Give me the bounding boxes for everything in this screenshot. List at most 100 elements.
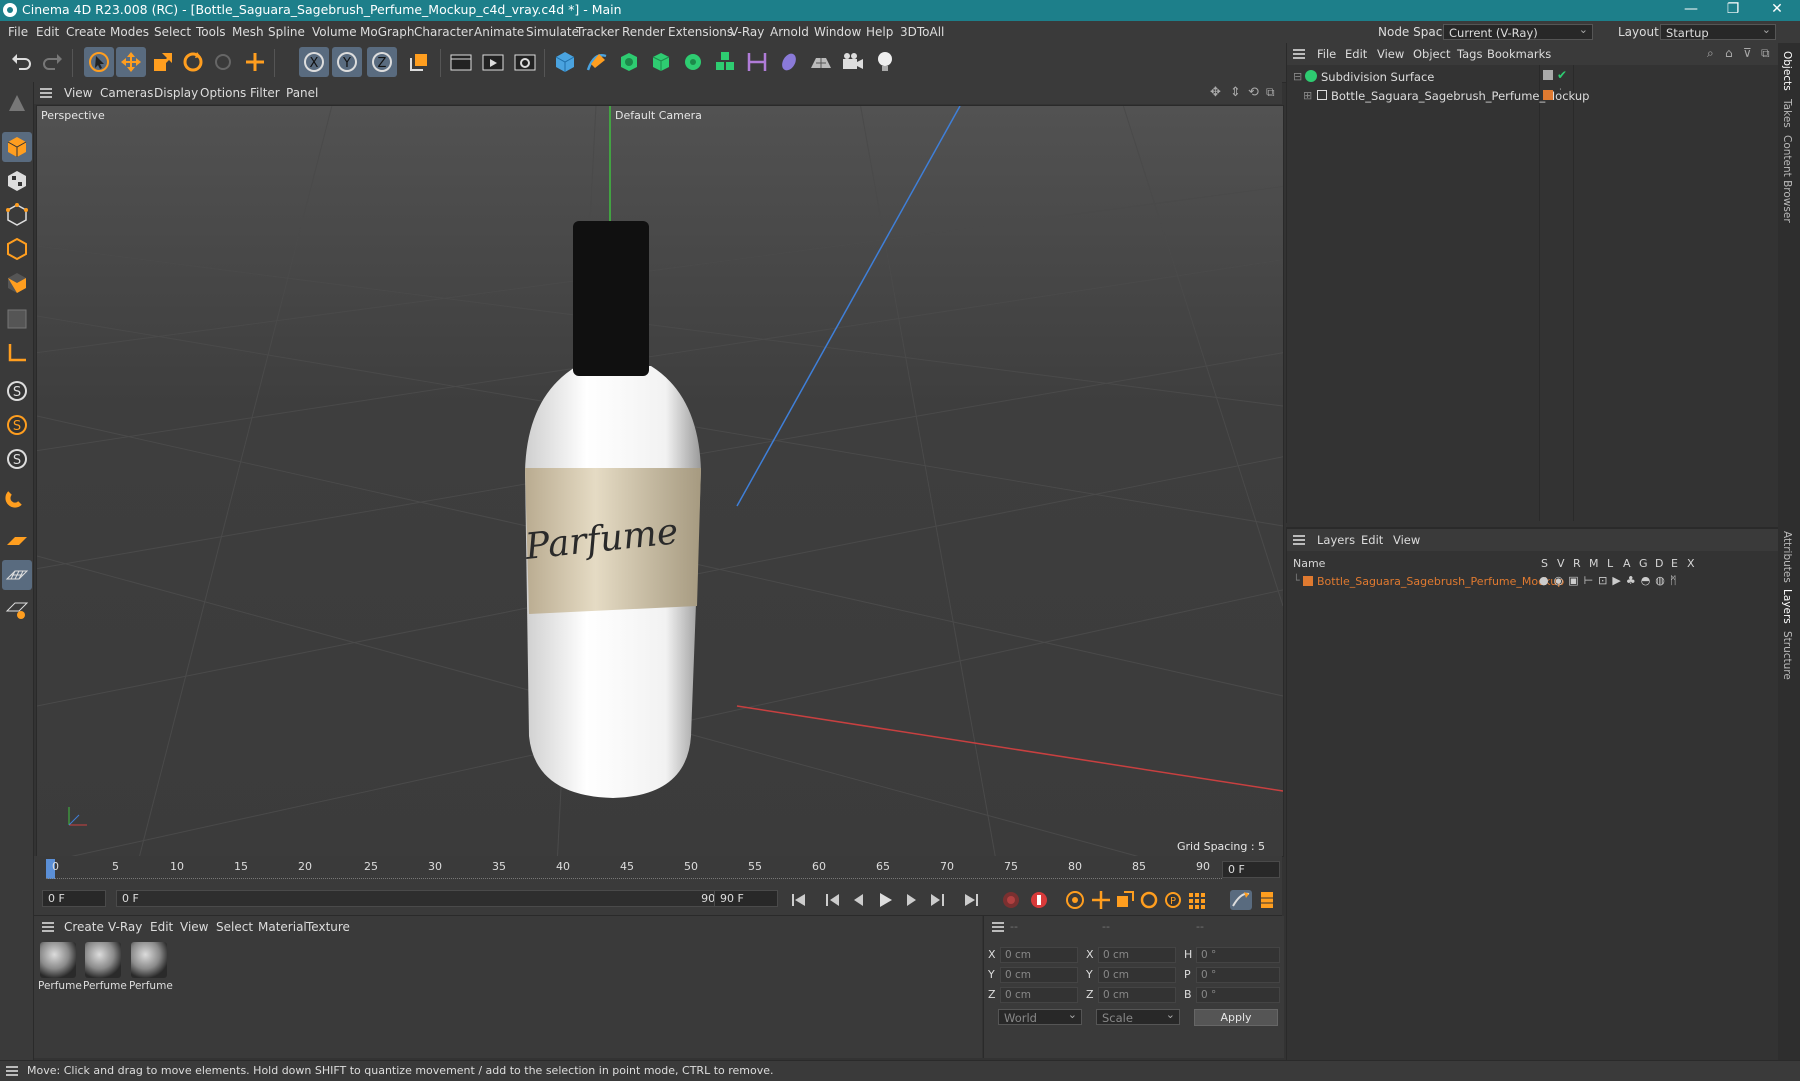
- layers-menu-layers[interactable]: Layers: [1317, 533, 1355, 547]
- coordinate-mode-select[interactable]: Scale: [1096, 1007, 1180, 1025]
- viewport-maximize-icon[interactable]: ⧉: [1266, 85, 1275, 100]
- keyframe-selection-button[interactable]: [1064, 890, 1086, 910]
- object-row-bottle[interactable]: ⊞ Bottle_Saguara_Sagebrush_Perfume_Mocku…: [1287, 88, 1779, 105]
- material-menu-vray[interactable]: V-Ray: [108, 920, 142, 934]
- floor-object-icon[interactable]: [806, 47, 836, 77]
- objects-menu-view[interactable]: View: [1377, 47, 1404, 61]
- timeline-window-button[interactable]: [1256, 890, 1278, 910]
- polygons-mode-icon[interactable]: [2, 268, 32, 298]
- objects-menu-file[interactable]: File: [1317, 47, 1336, 61]
- menu-3dtoall[interactable]: 3DToAll: [900, 25, 944, 39]
- viewport-menu-icon[interactable]: [40, 88, 52, 98]
- menu-create[interactable]: Create: [66, 25, 106, 39]
- y-axis-lock-icon[interactable]: Y: [332, 47, 362, 77]
- redo-button[interactable]: [38, 47, 68, 77]
- objects-new-window-icon[interactable]: ⧉: [1761, 46, 1770, 61]
- object-row-subdivision[interactable]: ⊟ Subdivision Surface ✔: [1287, 68, 1779, 86]
- size-z-field[interactable]: 0 cm: [1098, 987, 1176, 1003]
- field-object-icon[interactable]: [774, 47, 804, 77]
- tab-structure[interactable]: Structure: [1781, 631, 1793, 680]
- next-frame-button[interactable]: [900, 890, 922, 910]
- tab-attributes[interactable]: Attributes: [1781, 531, 1793, 583]
- key-position-button[interactable]: [1090, 890, 1112, 910]
- axis-mode-icon[interactable]: [2, 338, 32, 368]
- close-button[interactable]: ✕: [1754, 0, 1800, 21]
- key-pla-button[interactable]: [1186, 890, 1208, 910]
- layers-menu-icon[interactable]: [1293, 535, 1305, 545]
- menu-mograph[interactable]: MoGraph: [360, 25, 415, 39]
- menu-extensions[interactable]: Extensions: [668, 25, 733, 39]
- material-menu-material[interactable]: Material: [258, 920, 307, 934]
- live-selection-icon[interactable]: [84, 47, 114, 77]
- spline-pen-icon[interactable]: [582, 47, 612, 77]
- menu-select[interactable]: Select: [154, 25, 191, 39]
- objects-menu-object[interactable]: Object: [1413, 47, 1450, 61]
- objects-menu-icon[interactable]: [1293, 49, 1305, 59]
- viewport-camera-name[interactable]: Default Camera: [615, 109, 702, 122]
- tab-takes[interactable]: Takes: [1781, 99, 1793, 128]
- position-z-field[interactable]: 0 cm: [1000, 987, 1078, 1003]
- render-settings-icon[interactable]: [510, 47, 540, 77]
- node-space-select[interactable]: Current (V-Ray): [1443, 22, 1593, 40]
- viewport-menu-view[interactable]: View: [64, 86, 92, 100]
- menu-window[interactable]: Window: [814, 25, 861, 39]
- material-menu-select[interactable]: Select: [216, 920, 253, 934]
- viewport-menu-options[interactable]: Options: [200, 86, 246, 100]
- size-y-field[interactable]: 0 cm: [1098, 967, 1176, 983]
- material-swatch[interactable]: Perfume: [38, 940, 82, 996]
- rotation-h-field[interactable]: 0 °: [1196, 947, 1280, 963]
- menu-tools[interactable]: Tools: [196, 25, 226, 39]
- rotation-b-field[interactable]: 0 °: [1196, 987, 1280, 1003]
- material-swatch[interactable]: Perfume: [129, 940, 173, 996]
- layout-select[interactable]: Startup: [1660, 22, 1776, 40]
- grid-workplane-icon[interactable]: [2, 560, 32, 590]
- menu-spline[interactable]: Spline: [268, 25, 305, 39]
- workplane-icon[interactable]: [2, 526, 32, 556]
- texture-mode-icon[interactable]: [2, 166, 32, 196]
- viewport-rotate-icon[interactable]: ⟲: [1248, 85, 1259, 100]
- material-menu-create[interactable]: Create: [64, 920, 104, 934]
- visibility-toggle[interactable]: [1543, 70, 1553, 80]
- size-x-field[interactable]: 0 cm: [1098, 947, 1176, 963]
- go-to-end-button[interactable]: [960, 890, 982, 910]
- layer-color-swatch[interactable]: [1303, 576, 1313, 586]
- menu-help[interactable]: Help: [866, 25, 893, 39]
- snap-icon[interactable]: S: [2, 376, 32, 406]
- uv-mode-icon[interactable]: [2, 304, 32, 334]
- position-y-field[interactable]: 0 cm: [1000, 967, 1078, 983]
- edges-mode-icon[interactable]: [2, 234, 32, 264]
- menu-arnold[interactable]: Arnold: [770, 25, 809, 39]
- cube-object-icon[interactable]: [550, 47, 580, 77]
- viewport-zoom-icon[interactable]: ⇕: [1230, 85, 1241, 100]
- menu-volume[interactable]: Volume: [312, 25, 357, 39]
- position-x-field[interactable]: 0 cm: [1000, 947, 1078, 963]
- viewport-move-icon[interactable]: ✥: [1210, 85, 1221, 100]
- render-view-icon[interactable]: [446, 47, 476, 77]
- coordinates-menu-icon[interactable]: [992, 922, 1004, 932]
- locked-workplane-icon[interactable]: [2, 594, 32, 624]
- layer-color-swatch[interactable]: [1543, 90, 1553, 100]
- undo-button[interactable]: [6, 47, 36, 77]
- 3d-viewport[interactable]: Parfume Perspective Default Camera Grid …: [36, 105, 1284, 857]
- status-menu-icon[interactable]: [6, 1066, 18, 1076]
- previous-frame-button[interactable]: [848, 890, 870, 910]
- preview-range-slider[interactable]: 0 F 90 F: [116, 890, 732, 907]
- material-menu-texture[interactable]: Texture: [306, 920, 350, 934]
- rotation-p-field[interactable]: 0 °: [1196, 967, 1280, 983]
- next-key-button[interactable]: [926, 890, 948, 910]
- menu-character[interactable]: Character: [414, 25, 473, 39]
- layer-row[interactable]: └ Bottle_Saguara_Sagebrush_Perfume_Mocku…: [1287, 573, 1779, 590]
- z-axis-lock-icon[interactable]: Z: [367, 47, 397, 77]
- extrude-icon[interactable]: [646, 47, 676, 77]
- layers-menu-view[interactable]: View: [1393, 533, 1420, 547]
- material-menu-view[interactable]: View: [180, 920, 208, 934]
- scale-tool-icon[interactable]: [148, 47, 178, 77]
- previous-key-button[interactable]: [822, 890, 844, 910]
- deformer-icon[interactable]: [742, 47, 772, 77]
- material-menu-edit[interactable]: Edit: [150, 920, 173, 934]
- make-editable-icon[interactable]: [2, 88, 32, 118]
- objects-filter-icon[interactable]: ⊽: [1743, 46, 1752, 60]
- viewport-menu-filter[interactable]: Filter: [250, 86, 280, 100]
- autokeying-button[interactable]: [1028, 890, 1050, 910]
- layer-toggle-icons[interactable]: ●◉▣⊢⊡▶♣◓◍ᛗ: [1539, 574, 1682, 587]
